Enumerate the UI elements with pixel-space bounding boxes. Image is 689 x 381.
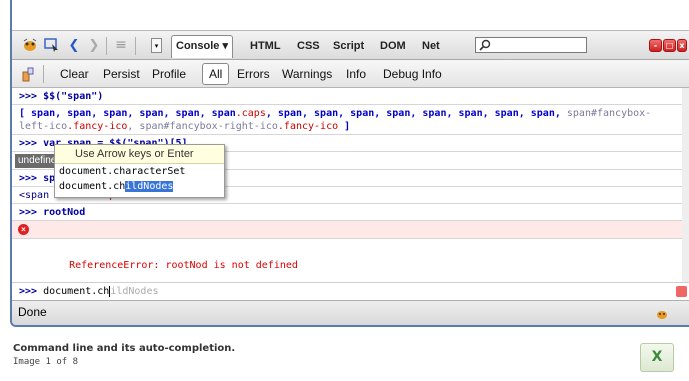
command-line-input[interactable]: >>> document.childNodes	[12, 282, 689, 300]
search-icon	[479, 39, 491, 51]
detach-icon[interactable]: □	[663, 39, 676, 52]
tab-console[interactable]: Console ▾	[171, 35, 233, 58]
console-error[interactable]: × ReferenceError: rootNod is not defined	[12, 221, 682, 271]
tab-script[interactable]: Script	[333, 40, 364, 52]
console-command: >>> rootNod	[12, 204, 682, 221]
tab-net[interactable]: Net	[422, 40, 440, 52]
toolbar-divider	[106, 37, 107, 55]
image-caption: Command line and its auto-completion.	[13, 343, 236, 354]
dropdown-icon[interactable]: ▾	[151, 38, 162, 53]
status-text: Done	[18, 305, 47, 319]
toolbar-divider	[43, 65, 44, 83]
forward-icon[interactable]: ❯	[85, 37, 103, 53]
filter-warnings-button[interactable]: Warnings	[282, 67, 332, 81]
clear-console-icon[interactable]	[20, 66, 36, 82]
firebug-toolbar: ❮ ❯ ≡ ▾ Console ▾ HTML CSS Script DOM Ne…	[12, 30, 689, 60]
error-icon: ×	[18, 224, 29, 235]
autocomplete-hint: Use Arrow keys or Enter	[55, 145, 224, 164]
filter-all-button[interactable]: All	[202, 63, 230, 85]
console-result: [ span, span, span, span, span, span.cap…	[12, 105, 682, 135]
minimize-icon[interactable]: -	[649, 39, 662, 52]
scrollbar[interactable]	[682, 88, 689, 282]
browser-window: ❮ ❯ ≡ ▾ Console ▾ HTML CSS Script DOM Ne…	[10, 0, 689, 327]
image-counter: Image 1 of 8	[13, 357, 79, 367]
error-indicator-icon[interactable]	[676, 286, 687, 297]
console-filter-bar: Clear Persist Profile All Errors Warning…	[12, 60, 689, 88]
close-button[interactable]: X	[640, 343, 674, 372]
autocomplete-option-selected[interactable]: document.childNodes	[55, 179, 224, 194]
search-input[interactable]	[475, 37, 587, 53]
tab-dom[interactable]: DOM	[380, 40, 406, 52]
error-message: ReferenceError: rootNod is not defined	[69, 260, 298, 271]
autocomplete-option[interactable]: document.characterSet	[55, 164, 224, 179]
page-top	[12, 0, 689, 30]
firebug-status-icon[interactable]	[655, 306, 669, 320]
inspect-icon[interactable]	[43, 37, 61, 53]
status-bar: Done	[12, 300, 689, 325]
back-icon[interactable]: ❮	[65, 37, 83, 53]
profile-button[interactable]: Profile	[152, 67, 186, 81]
firebug-icon[interactable]	[21, 37, 39, 53]
persist-button[interactable]: Persist	[103, 67, 140, 81]
filter-info-button[interactable]: Info	[346, 67, 366, 81]
filter-errors-button[interactable]: Errors	[237, 67, 270, 81]
close-icon[interactable]: x	[677, 39, 687, 52]
tab-html[interactable]: HTML	[250, 40, 281, 52]
clear-button[interactable]: Clear	[60, 67, 89, 81]
tab-css[interactable]: CSS	[297, 40, 320, 52]
toolbar-divider	[135, 37, 136, 55]
list-icon[interactable]: ≡	[112, 37, 130, 53]
filter-debug-info-button[interactable]: Debug Info	[383, 67, 442, 81]
console-command: >>> $$("span")	[12, 88, 682, 105]
autocomplete-popup: Use Arrow keys or Enter document.charact…	[54, 144, 225, 198]
